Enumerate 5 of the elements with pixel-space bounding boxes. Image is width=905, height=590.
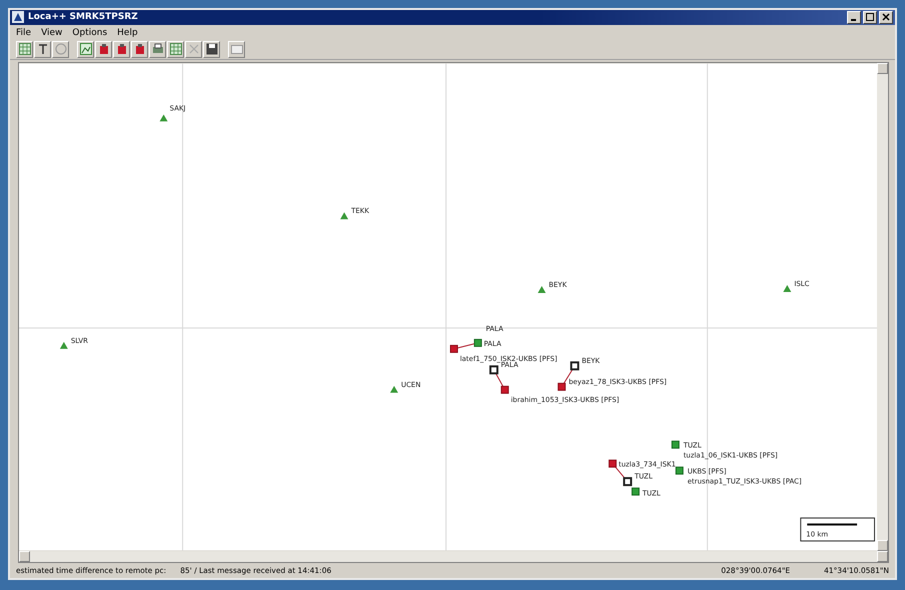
menu-item[interactable]: File [16,28,32,38]
menu-item[interactable]: Help [117,28,138,38]
menu-item[interactable]: Options [72,28,108,38]
window-title: Loca++ SMRK5TPSRZ [28,12,139,22]
menu-item[interactable]: View [41,28,62,38]
